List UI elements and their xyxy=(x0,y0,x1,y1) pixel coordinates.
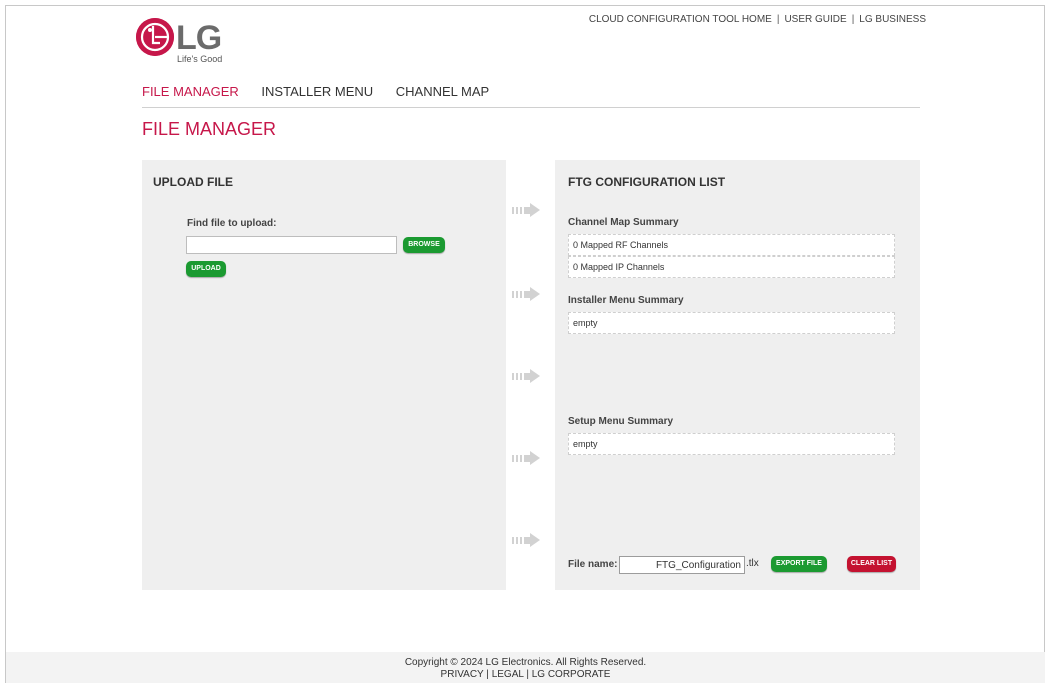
lg-logo[interactable]: LG Life's Good xyxy=(136,18,236,64)
upload-panel: UPLOAD FILE Find file to upload: BROWSE … xyxy=(142,160,506,590)
link-lg-business[interactable]: LG BUSINESS xyxy=(859,14,926,25)
clear-list-button[interactable]: CLEAR LIST xyxy=(847,556,896,572)
link-user-guide[interactable]: USER GUIDE xyxy=(784,14,846,25)
footer-link-legal[interactable]: LEGAL xyxy=(492,669,524,680)
arrow-right-icon xyxy=(512,287,540,301)
separator: | xyxy=(851,14,855,25)
arrow-right-icon xyxy=(512,451,540,465)
installer-menu-summary-label: Installer Menu Summary xyxy=(568,295,684,306)
rf-channels-row: 0 Mapped RF Channels xyxy=(568,234,895,256)
find-file-label: Find file to upload: xyxy=(187,218,277,229)
upload-button[interactable]: UPLOAD xyxy=(186,261,226,277)
config-list-panel: FTG CONFIGURATION LIST Channel Map Summa… xyxy=(555,160,920,590)
copyright-text: Copyright © 2024 LG Electronics. All Rig… xyxy=(404,657,647,668)
footer-links: PRIVACY | LEGAL | LG CORPORATE xyxy=(440,669,611,680)
nav-installer-menu[interactable]: INSTALLER MENU xyxy=(261,84,373,99)
file-extension: .tlx xyxy=(746,558,759,569)
browse-button[interactable]: BROWSE xyxy=(403,237,445,253)
lg-logo-icon xyxy=(136,18,174,56)
file-name-label: File name: xyxy=(568,559,618,570)
arrow-right-icon xyxy=(512,369,540,383)
arrow-right-icon xyxy=(512,203,540,217)
config-panel-title: FTG CONFIGURATION LIST xyxy=(568,175,726,189)
separator: | xyxy=(776,14,780,25)
link-tool-home[interactable]: CLOUD CONFIGURATION TOOL HOME xyxy=(589,14,772,25)
page-title: FILE MANAGER xyxy=(142,119,277,139)
logo-tagline: Life's Good xyxy=(177,54,223,64)
logo-text: LG xyxy=(176,19,222,57)
export-file-button[interactable]: EXPORT FILE xyxy=(771,556,827,572)
nav-channel-map[interactable]: CHANNEL MAP xyxy=(396,84,489,99)
setup-menu-summary-value: empty xyxy=(568,433,895,455)
top-links: CLOUD CONFIGURATION TOOL HOME | USER GUIDE… xyxy=(589,14,926,25)
upload-panel-title: UPLOAD FILE xyxy=(153,175,233,189)
nav-file-manager[interactable]: FILE MANAGER xyxy=(142,84,239,99)
file-name-input[interactable] xyxy=(619,556,745,574)
file-path-input[interactable] xyxy=(186,236,397,254)
footer-link-lg-corporate[interactable]: LG CORPORATE xyxy=(532,669,611,680)
main-nav: FILE MANAGER INSTALLER MENU CHANNEL MAP xyxy=(142,84,920,108)
footer: Copyright © 2024 LG Electronics. All Rig… xyxy=(6,652,1045,683)
footer-link-privacy[interactable]: PRIVACY xyxy=(441,669,484,680)
arrow-right-icon xyxy=(512,533,540,547)
installer-menu-summary-value: empty xyxy=(568,312,895,334)
channel-map-summary-label: Channel Map Summary xyxy=(568,217,679,228)
ip-channels-row: 0 Mapped IP Channels xyxy=(568,256,895,278)
setup-menu-summary-label: Setup Menu Summary xyxy=(568,416,674,427)
